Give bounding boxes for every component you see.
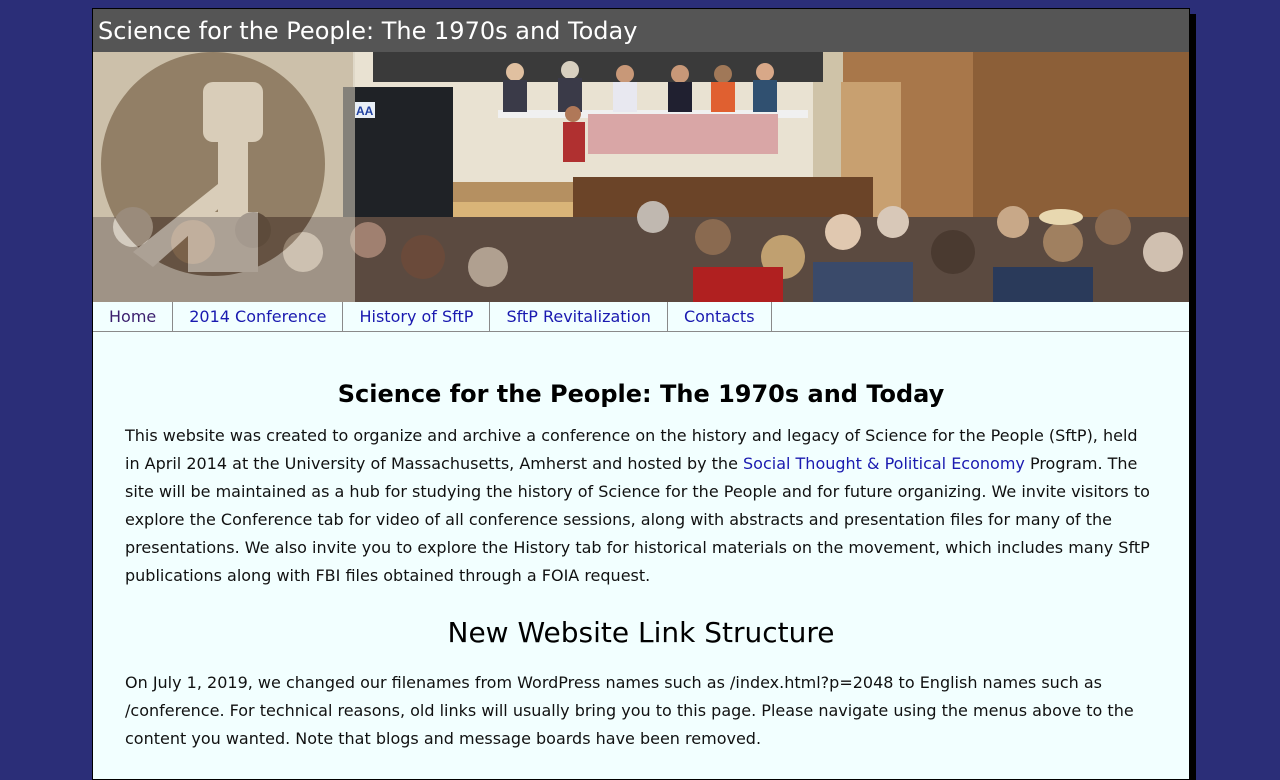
page-container: Science for the People: The 1970s and To… bbox=[92, 8, 1190, 780]
banner-sign-text: AA bbox=[356, 104, 374, 118]
nav-sftp-revitalization[interactable]: SftP Revitalization bbox=[490, 302, 668, 331]
main-navigation: Home 2014 Conference History of SftP Sft… bbox=[93, 302, 1189, 332]
banner-image: AA bbox=[93, 52, 1189, 302]
nav-2014-conference[interactable]: 2014 Conference bbox=[173, 302, 344, 331]
link-structure-paragraph: On July 1, 2019, we changed our filename… bbox=[125, 673, 1134, 748]
nav-home[interactable]: Home bbox=[93, 302, 174, 331]
nav-history-of-sftp[interactable]: History of SftP bbox=[343, 302, 491, 331]
raised-fist-logo-icon bbox=[93, 52, 355, 302]
intro-text-end: Program. The site will be maintained as … bbox=[125, 454, 1150, 585]
page-title: Science for the People: The 1970s and To… bbox=[337, 380, 945, 408]
main-content: Science for the People: The 1970s and To… bbox=[93, 380, 1189, 753]
nav-contacts[interactable]: Contacts bbox=[668, 302, 772, 331]
site-title: Science for the People: The 1970s and To… bbox=[93, 9, 1189, 52]
stpec-program-link[interactable]: Social Thought & Political Economy bbox=[743, 454, 1025, 473]
intro-paragraph: This website was created to organize and… bbox=[125, 422, 1157, 590]
section-heading: New Website Link Structure bbox=[447, 616, 835, 649]
